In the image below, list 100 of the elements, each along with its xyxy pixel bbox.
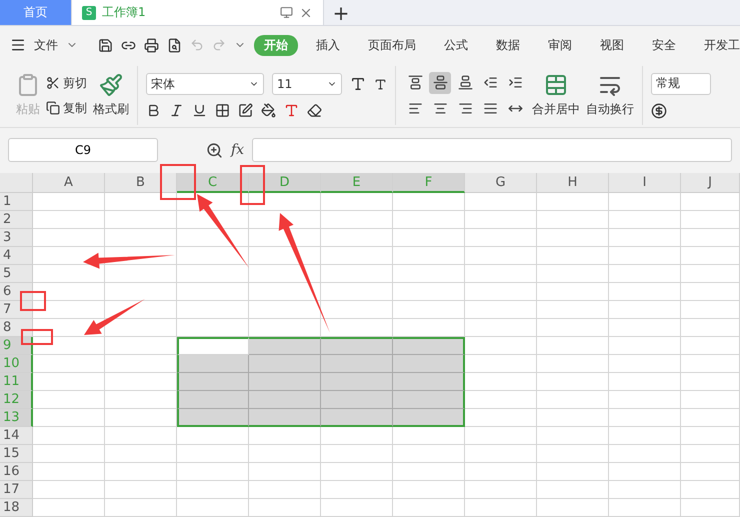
column-header[interactable]: B	[105, 173, 177, 193]
fill-color-icon[interactable]	[261, 103, 276, 118]
table-cell	[393, 427, 465, 445]
menu-tab[interactable]: 视图	[590, 34, 634, 56]
row-header[interactable]: 18	[0, 499, 33, 517]
increase-font-icon[interactable]	[350, 76, 366, 92]
decrease-font-icon[interactable]	[374, 78, 387, 90]
monitor-icon[interactable]	[280, 6, 293, 19]
table-cell	[609, 229, 681, 247]
menu-tab[interactable]: 审阅	[538, 34, 582, 56]
table-cell	[105, 355, 177, 373]
wrap-text-button[interactable]: 自动换行	[586, 73, 634, 118]
new-tab-button[interactable]: +	[324, 0, 358, 25]
eraser-icon[interactable]	[307, 103, 322, 118]
table-cell	[321, 229, 393, 247]
table-cell	[33, 265, 105, 283]
menu-icon[interactable]	[10, 37, 26, 53]
print-icon[interactable]	[144, 38, 159, 52]
table-cell	[105, 319, 177, 337]
italic-icon[interactable]	[169, 103, 184, 118]
spreadsheet-icon: S	[82, 6, 96, 20]
font-size-dropdown[interactable]: 11	[272, 73, 342, 95]
file-menu[interactable]: 文件	[34, 36, 58, 54]
row-header[interactable]: 4	[0, 247, 33, 265]
document-tab[interactable]: S 工作簿1	[72, 0, 324, 25]
table-cell	[105, 229, 177, 247]
formula-input[interactable]	[252, 138, 732, 162]
row-header[interactable]: 17	[0, 481, 33, 499]
row-header[interactable]: 3	[0, 229, 33, 247]
border-icon[interactable]	[215, 103, 230, 118]
column-header[interactable]: H	[537, 173, 609, 193]
column-header[interactable]: I	[609, 173, 681, 193]
table-cell	[465, 373, 537, 391]
table-cell	[393, 211, 465, 229]
table-cell	[465, 337, 537, 355]
row-header[interactable]: 2	[0, 211, 33, 229]
table-cell	[249, 499, 321, 517]
table-cell	[33, 373, 105, 391]
menu-tab[interactable]: 开发工	[694, 34, 740, 56]
table-cell	[537, 355, 609, 373]
align-button[interactable]	[429, 72, 451, 94]
name-box[interactable]: C9	[8, 138, 158, 162]
table-cell	[465, 427, 537, 445]
table-cell	[321, 445, 393, 463]
table-cell	[177, 409, 249, 427]
align-icon	[408, 75, 422, 90]
table-cell	[33, 445, 105, 463]
row-header[interactable]: 5	[0, 265, 33, 283]
underline-icon[interactable]	[192, 103, 207, 118]
column-header[interactable]: G	[465, 173, 537, 193]
font-color-icon[interactable]	[284, 103, 299, 118]
table-cell	[249, 463, 321, 481]
table-cell	[105, 265, 177, 283]
home-tab[interactable]: 首页	[0, 0, 72, 25]
row-header[interactable]: 15	[0, 445, 33, 463]
table-cell	[609, 445, 681, 463]
bold-icon[interactable]	[146, 103, 161, 118]
table-cell	[105, 283, 177, 301]
table-cell	[465, 391, 537, 409]
table-cell	[465, 319, 537, 337]
font-dropdown[interactable]: 宋体	[146, 73, 264, 95]
menu-tab[interactable]: 数据	[486, 34, 530, 56]
table-cell	[681, 283, 740, 301]
row-header[interactable]: 7	[0, 301, 33, 319]
table-cell	[393, 337, 465, 355]
table-cell	[249, 373, 321, 391]
merge-cells-icon	[544, 73, 568, 97]
row-header[interactable]: 16	[0, 463, 33, 481]
table-cell	[465, 445, 537, 463]
table-cell	[105, 499, 177, 517]
table-cell	[249, 337, 321, 355]
menu-tab[interactable]: 页面布局	[358, 34, 426, 56]
table-cell	[681, 427, 740, 445]
print-preview-icon[interactable]	[167, 38, 182, 52]
cell-style-icon[interactable]	[238, 103, 253, 118]
menu-tab[interactable]: 插入	[306, 34, 350, 56]
table-cell	[105, 409, 177, 427]
row-header[interactable]: 6	[0, 283, 33, 301]
save-icon[interactable]	[98, 38, 113, 52]
table-cell	[609, 283, 681, 301]
copy-button[interactable]: 复制	[46, 100, 87, 116]
zoom-icon[interactable]	[206, 142, 223, 158]
format-painter-button[interactable]: 格式刷	[93, 73, 129, 118]
number-format-dropdown[interactable]: 常规	[651, 72, 711, 94]
align-icon	[458, 75, 472, 90]
column-header[interactable]: A	[33, 173, 105, 193]
cut-button[interactable]: 剪切	[46, 74, 87, 92]
table-cell	[609, 265, 681, 283]
column-header[interactable]: J	[681, 173, 740, 193]
table-cell	[393, 445, 465, 463]
tab-label: 工作簿1	[102, 4, 146, 21]
menu-tab[interactable]: 公式	[434, 34, 478, 56]
menu-tab[interactable]: 安全	[642, 34, 686, 56]
row-header[interactable]: 14	[0, 427, 33, 445]
row-header[interactable]: 8	[0, 319, 33, 337]
row-header[interactable]: 1	[0, 193, 33, 211]
merge-center-button[interactable]: 合并居中	[532, 73, 580, 118]
function-button[interactable]: fx	[231, 142, 244, 158]
table-cell	[465, 409, 537, 427]
table-cell	[681, 337, 740, 355]
